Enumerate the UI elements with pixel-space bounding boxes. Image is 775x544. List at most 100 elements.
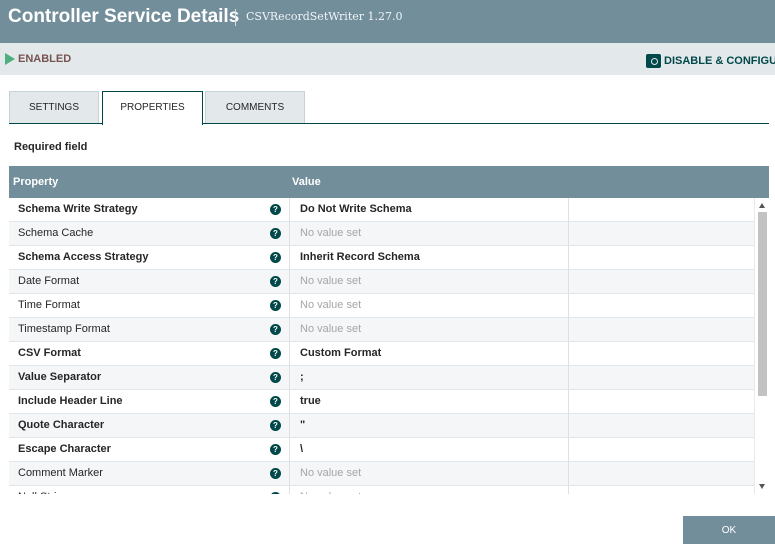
- property-value: true: [300, 395, 321, 407]
- property-actions-cell: [570, 390, 754, 414]
- property-name: Null String: [18, 491, 69, 494]
- help-icon[interactable]: ?: [270, 396, 281, 407]
- table-row[interactable]: Quote Character? ": [9, 414, 754, 438]
- ok-button[interactable]: OK: [683, 516, 775, 544]
- table-row[interactable]: Timestamp Format? No value set: [9, 318, 754, 342]
- scroll-down-icon[interactable]: [759, 484, 765, 489]
- disable-and-configure-label: DISABLE & CONFIGUR: [664, 54, 775, 67]
- property-value-cell[interactable]: true: [289, 390, 569, 414]
- property-value: Inherit Record Schema: [300, 251, 420, 263]
- property-actions-cell: [570, 462, 754, 486]
- property-value-cell[interactable]: No value set: [289, 318, 569, 342]
- help-icon[interactable]: ?: [270, 300, 281, 311]
- property-value-cell[interactable]: Do Not Write Schema: [289, 198, 569, 222]
- property-value-cell[interactable]: No value set: [289, 462, 569, 486]
- property-name: Time Format: [18, 299, 80, 311]
- property-value-cell[interactable]: Inherit Record Schema: [289, 246, 569, 270]
- help-icon[interactable]: ?: [270, 204, 281, 215]
- property-actions-cell: [570, 246, 754, 270]
- scroll-up-icon[interactable]: [759, 203, 765, 208]
- help-icon[interactable]: ?: [270, 468, 281, 479]
- property-value: No value set: [300, 467, 362, 479]
- help-icon[interactable]: ?: [270, 276, 281, 287]
- property-value-cell[interactable]: ;: [289, 366, 569, 390]
- service-type-version: CSVRecordSetWriter 1.27.0: [246, 10, 403, 23]
- table-row[interactable]: Date Format? No value set: [9, 270, 754, 294]
- title-separator: [235, 9, 236, 26]
- property-actions-cell: [570, 198, 754, 222]
- property-name: Schema Access Strategy: [18, 251, 149, 263]
- table-row[interactable]: Null String? No value set: [9, 486, 754, 494]
- play-icon: [5, 53, 15, 65]
- property-name: Timestamp Format: [18, 323, 110, 335]
- property-actions-cell: [570, 414, 754, 438]
- property-value: Custom Format: [300, 347, 382, 359]
- gear-icon: [646, 53, 661, 68]
- help-icon[interactable]: ?: [270, 492, 281, 494]
- table-row[interactable]: Time Format? No value set: [9, 294, 754, 318]
- column-header-value[interactable]: Value: [292, 176, 321, 188]
- properties-table-header: Property Value: [9, 166, 769, 198]
- property-value: ;: [300, 371, 304, 383]
- status-bar: ENABLED DISABLE & CONFIGUR: [0, 43, 775, 75]
- help-icon[interactable]: ?: [270, 420, 281, 431]
- dialog-header: Controller Service Details CSVRecordSetW…: [0, 0, 775, 43]
- help-icon[interactable]: ?: [270, 444, 281, 455]
- table-row[interactable]: Value Separator?;: [9, 366, 754, 390]
- column-header-property[interactable]: Property: [13, 176, 58, 188]
- property-name: CSV Format: [18, 347, 81, 359]
- property-value: No value set: [300, 323, 362, 335]
- property-value-cell[interactable]: \: [289, 438, 569, 462]
- property-value-cell[interactable]: No value set: [289, 486, 569, 494]
- property-actions-cell: [570, 318, 754, 342]
- help-icon[interactable]: ?: [270, 252, 281, 263]
- active-tab-gap: [103, 123, 202, 124]
- help-icon[interactable]: ?: [270, 228, 281, 239]
- property-value-cell[interactable]: ": [289, 414, 569, 438]
- table-row[interactable]: CSV Format? Custom Format: [9, 342, 754, 366]
- tab-settings[interactable]: SETTINGS: [9, 91, 99, 124]
- property-value-cell[interactable]: No value set: [289, 222, 569, 246]
- properties-table-body: Schema Write Strategy? Do Not Write Schem…: [9, 198, 754, 494]
- property-name: Include Header Line: [18, 395, 123, 407]
- disable-and-configure-button[interactable]: DISABLE & CONFIGUR: [646, 52, 775, 68]
- property-name: Quote Character: [18, 419, 105, 431]
- required-field-legend: Required field: [14, 141, 88, 153]
- property-value: No value set: [300, 227, 362, 239]
- property-actions-cell: [570, 438, 754, 462]
- help-icon[interactable]: ?: [270, 372, 281, 383]
- property-name: Date Format: [18, 275, 80, 287]
- property-value: Do Not Write Schema: [300, 203, 412, 215]
- table-row[interactable]: Escape Character? \: [9, 438, 754, 462]
- table-row[interactable]: Schema Access Strategy? Inherit Record Sc…: [9, 246, 754, 270]
- table-row[interactable]: Comment Marker? No value set: [9, 462, 754, 486]
- property-value: No value set: [300, 491, 361, 494]
- property-name: Comment Marker: [18, 467, 103, 479]
- scrollbar-thumb[interactable]: [758, 212, 767, 396]
- dialog-title: Controller Service Details: [8, 6, 240, 27]
- property-actions-cell: [570, 342, 754, 366]
- tab-properties[interactable]: PROPERTIES: [102, 91, 203, 125]
- property-value: No value set: [300, 275, 362, 287]
- help-icon[interactable]: ?: [270, 348, 281, 359]
- property-actions-cell: [570, 486, 754, 494]
- property-value-cell[interactable]: No value set: [289, 294, 569, 318]
- property-name: Value Separator: [18, 371, 102, 383]
- property-value-cell[interactable]: Custom Format: [289, 342, 569, 366]
- table-row[interactable]: Schema Write Strategy? Do Not Write Schem…: [9, 198, 754, 222]
- tab-comments[interactable]: COMMENTS: [205, 91, 305, 124]
- property-actions-cell: [570, 366, 754, 390]
- table-row[interactable]: Include Header Line? true: [9, 390, 754, 414]
- table-scrollbar[interactable]: [754, 198, 769, 494]
- table-row[interactable]: Schema Cache? No value set: [9, 222, 754, 246]
- property-value: ": [300, 419, 306, 431]
- property-actions-cell: [570, 222, 754, 246]
- status-badge: ENABLED: [18, 53, 72, 65]
- property-name: Schema Cache: [18, 227, 94, 239]
- property-name: Escape Character: [18, 443, 111, 455]
- property-value: No value set: [300, 299, 362, 311]
- help-icon[interactable]: ?: [270, 324, 281, 335]
- property-value: \: [300, 443, 304, 455]
- property-name: Schema Write Strategy: [18, 203, 138, 215]
- property-value-cell[interactable]: No value set: [289, 270, 569, 294]
